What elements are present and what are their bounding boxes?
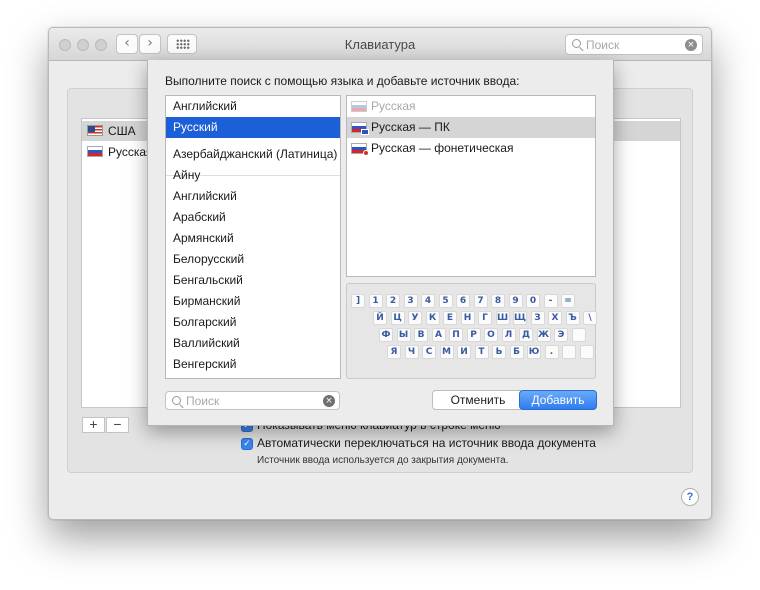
keyboard-key: Ъ (565, 311, 580, 325)
keyboard-key: Ц (390, 311, 405, 325)
language-item[interactable]: Валлийский (166, 333, 340, 354)
keyboard-key: Б (509, 345, 524, 359)
keyboard-key: - (543, 294, 558, 308)
keyboard-key-blank (571, 328, 586, 342)
keyboard-layout-preview: ] 1 2 3 4 5 6 7 8 9 0- = Й Ц У К Е Н Г Ш Щ З Х Ъ \ Ф Ы В А П Р О Л Д Ж Э Я Ч С… (346, 283, 597, 379)
keyboard-key: Я (387, 345, 401, 359)
keyboard-key: Р (466, 328, 481, 342)
input-source-option-disabled: Русская (347, 96, 595, 117)
search-placeholder: Поиск (586, 38, 620, 52)
input-source-option-selected[interactable]: Русская — ПК (347, 117, 595, 138)
keyboard-key-blank (562, 345, 576, 359)
add-input-source-sheet: Выполните поиск с помощью языка и добавь… (147, 60, 614, 426)
russian-flag-icon (87, 146, 103, 157)
keyboard-key: С (422, 345, 436, 359)
keyboard-key: П (449, 328, 463, 342)
language-item[interactable]: Английский (166, 96, 340, 117)
keyboard-key: А (431, 328, 446, 342)
russian-pc-flag-icon (351, 122, 369, 135)
help-button[interactable]: ? (681, 488, 699, 506)
search-icon (572, 39, 581, 48)
keyboard-key: Т (474, 345, 489, 359)
keyboard-key: 8 (491, 294, 505, 308)
language-item[interactable]: Бирманский (166, 291, 340, 312)
source-item-label: Русская (108, 145, 153, 159)
language-item[interactable]: Английский (166, 186, 340, 207)
keyboard-key: Э (554, 328, 568, 342)
add-button[interactable]: Добавить (519, 390, 597, 410)
keyboard-key: З (530, 311, 545, 325)
keyboard-key: 1 (368, 294, 383, 308)
keyboard-key: Л (501, 328, 516, 342)
language-item-selected[interactable]: Русский (166, 117, 340, 138)
keyboard-key: Й (373, 311, 387, 325)
clear-search-icon[interactable]: × (685, 39, 697, 51)
input-source-options-list[interactable]: Русская Русская — ПК Русская — фонетичес… (346, 95, 596, 277)
keyboard-key: = (561, 294, 575, 308)
keyboard-key: К (425, 311, 440, 325)
keyboard-key: 6 (456, 294, 470, 308)
us-flag-icon (87, 125, 103, 136)
sheet-heading: Выполните поиск с помощью языка и добавь… (165, 74, 520, 88)
keyboard-key: Н (460, 311, 475, 325)
language-item[interactable]: Болгарский (166, 312, 340, 333)
russian-phonetic-flag-icon (351, 143, 369, 156)
remove-source-button[interactable]: − (106, 417, 129, 433)
keyboard-key: 4 (421, 294, 435, 308)
keyboard-key: Ь (492, 345, 506, 359)
language-list[interactable]: Английский Русский Азербайджанский (Лати… (165, 95, 341, 379)
language-item[interactable]: Азербайджанский (Латиница) (166, 144, 340, 165)
keyboard-key: . (544, 345, 559, 359)
language-item[interactable]: Белорусский (166, 249, 340, 270)
keyboard-key: Ф (379, 328, 393, 342)
add-source-button[interactable]: + (82, 417, 105, 433)
input-source-label: Русская — ПК (371, 120, 450, 134)
keyboard-key: У (408, 311, 422, 325)
language-item[interactable]: Венгерский (166, 354, 340, 375)
keyboard-key: \ (583, 311, 597, 325)
keyboard-key: 7 (473, 294, 488, 308)
title-bar: ‹ › Клавиатура Поиск × (49, 28, 711, 61)
keyboard-key-blank (579, 345, 594, 359)
search-icon (172, 396, 181, 405)
keyboard-key: Х (548, 311, 562, 325)
keyboard-key: Щ (513, 311, 527, 325)
source-item-label: США (108, 124, 136, 138)
auto-switch-label: Автоматически переключаться на источник … (257, 436, 596, 450)
keyboard-key: Ж (536, 328, 551, 342)
keyboard-key: 0 (526, 294, 540, 308)
keyboard-key: 5 (438, 294, 453, 308)
keyboard-key: Е (443, 311, 457, 325)
keyboard-key: И (457, 345, 471, 359)
keyboard-key: ] (351, 294, 365, 308)
keyboard-key: 2 (386, 294, 400, 308)
keyboard-key: В (414, 328, 428, 342)
auto-switch-checkbox[interactable]: ✓ (241, 438, 253, 450)
language-search-field[interactable]: Поиск × (165, 391, 340, 410)
input-source-option[interactable]: Русская — фонетическая (347, 138, 595, 159)
input-source-label: Русская — фонетическая (371, 141, 514, 155)
keyboard-key: О (484, 328, 498, 342)
preferences-search-field[interactable]: Поиск × (565, 34, 703, 55)
language-item[interactable]: Арабский (166, 207, 340, 228)
russian-flag-icon (351, 101, 367, 112)
input-source-label: Русская (371, 99, 416, 113)
clear-search-icon[interactable]: × (323, 395, 335, 407)
keyboard-key: М (439, 345, 454, 359)
keyboard-key: Г (478, 311, 492, 325)
language-item[interactable]: Армянский (166, 228, 340, 249)
keyboard-key: Ч (404, 345, 419, 359)
keyboard-key: Д (519, 328, 533, 342)
language-item[interactable]: Айну (166, 165, 340, 186)
keyboard-key: Ю (527, 345, 541, 359)
language-item[interactable]: Бенгальский (166, 270, 340, 291)
keyboard-key: Ш (495, 311, 510, 325)
auto-switch-note: Источник ввода используется до закрытия … (257, 455, 509, 466)
search-placeholder: Поиск (186, 394, 220, 408)
keyboard-key: 9 (508, 294, 523, 308)
keyboard-key: Ы (396, 328, 411, 342)
keyboard-key: 3 (403, 294, 418, 308)
cancel-button[interactable]: Отменить (432, 390, 524, 410)
